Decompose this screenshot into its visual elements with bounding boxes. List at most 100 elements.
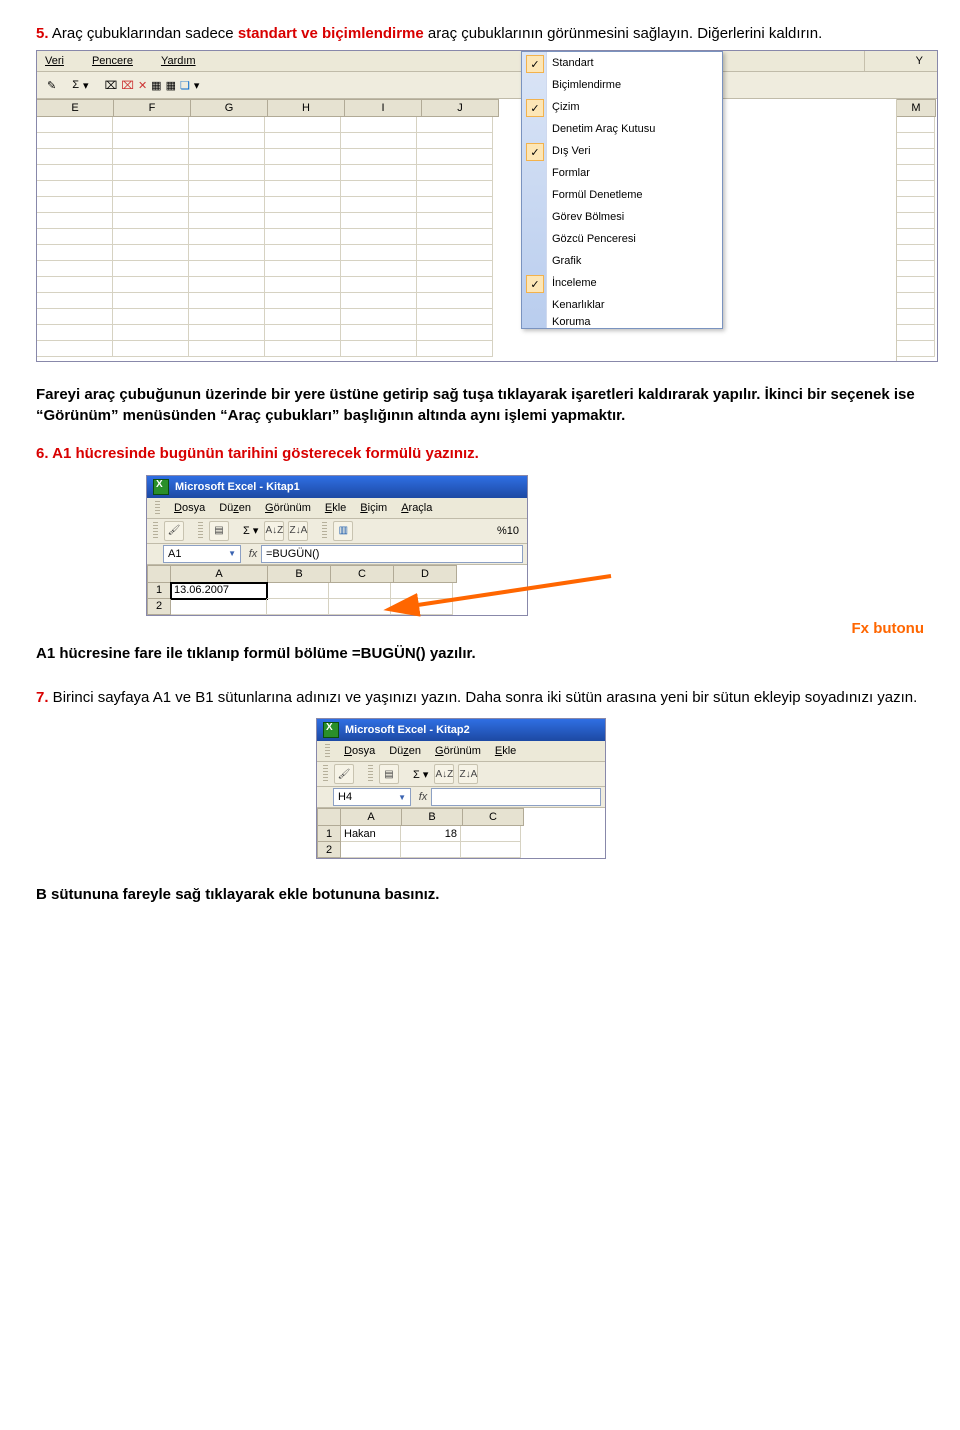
ctx-item-denetim[interactable]: Denetim Araç Kutusu: [522, 118, 722, 140]
menu-item[interactable]: Düzen: [219, 502, 251, 514]
menu-item[interactable]: Dosya: [344, 745, 375, 757]
name-box[interactable]: A1▼: [163, 545, 241, 563]
cell[interactable]: [461, 842, 521, 858]
col-header[interactable]: B: [268, 565, 331, 583]
toolbar-button[interactable]: ✎: [47, 79, 56, 92]
screenshot-insert-column: Microsoft Excel - Kitap2 Dosya Düzen Gör…: [316, 718, 606, 859]
ctx-item-formuldenetleme[interactable]: Formül Denetleme: [522, 184, 722, 206]
menu-item[interactable]: Araçla: [401, 502, 432, 514]
menu-item[interactable]: DDosyaosya: [174, 502, 205, 514]
chart-icon[interactable]: ▥: [333, 521, 353, 541]
col-header[interactable]: C: [463, 808, 524, 826]
ctx-item-standart[interactable]: ✓Standart: [522, 52, 722, 74]
cell[interactable]: [391, 599, 453, 615]
menu-item[interactable]: Yardım: [161, 55, 196, 67]
cell[interactable]: [329, 599, 391, 615]
q7-num: 7.: [36, 689, 49, 706]
sort-desc-icon[interactable]: Z↓A: [458, 764, 478, 784]
cell-a1[interactable]: Hakan: [341, 826, 401, 842]
ctx-item-kenarliklar[interactable]: Kenarlıklar: [522, 294, 722, 316]
toolbar-button[interactable]: ▾: [83, 79, 89, 92]
col-header[interactable]: G: [191, 99, 268, 117]
menu-item[interactable]: Görünüm: [435, 745, 481, 757]
toolbar-button[interactable]: ▦: [166, 79, 176, 92]
sort-icon[interactable]: ▤: [209, 521, 229, 541]
cell[interactable]: [461, 826, 521, 842]
chevron-down-icon[interactable]: ▼: [228, 549, 236, 558]
chevron-down-icon[interactable]: ▼: [398, 793, 406, 802]
row-header[interactable]: 2: [147, 599, 171, 615]
q5-explanation: Fareyi araç çubuğunun üzerinde bir yere …: [36, 384, 924, 426]
select-all-corner[interactable]: [317, 808, 341, 826]
toolbar-button[interactable]: ▾: [194, 79, 200, 92]
brush-icon[interactable]: 🖌: [164, 521, 184, 541]
brush-icon[interactable]: 🖌: [334, 764, 354, 784]
right-col-area: M: [896, 99, 937, 361]
row-header[interactable]: 1: [147, 583, 171, 599]
col-header[interactable]: B: [402, 808, 463, 826]
toolbar-button[interactable]: ❏: [180, 79, 190, 92]
ctx-item-disveri[interactable]: ✓Dış Veri: [522, 140, 722, 162]
col-header[interactable]: F: [114, 99, 191, 117]
ctx-item-grafik[interactable]: Grafik: [522, 250, 722, 272]
cell[interactable]: [401, 842, 461, 858]
ctx-item-gorevbolmesi[interactable]: Görev Bölmesi: [522, 206, 722, 228]
toolbar-button[interactable]: ✕: [138, 79, 147, 92]
ctx-item-inceleme[interactable]: ✓İnceleme: [522, 272, 722, 294]
menu-item[interactable]: Biçim: [360, 502, 387, 514]
col-header[interactable]: E: [37, 99, 114, 117]
toolbar-button[interactable]: Σ: [72, 79, 79, 91]
row-header[interactable]: 2: [317, 842, 341, 858]
zoom-value[interactable]: %10: [495, 525, 521, 537]
cell[interactable]: [171, 599, 267, 615]
menu-item[interactable]: Görünüm: [265, 502, 311, 514]
menu-item[interactable]: Ekle: [325, 502, 346, 514]
col-header[interactable]: A: [341, 808, 402, 826]
toolbar-button[interactable]: ▦: [151, 79, 161, 92]
sort-desc-icon[interactable]: Z↓A: [288, 521, 308, 541]
name-box[interactable]: H4▼: [333, 788, 411, 806]
col-header[interactable]: H: [268, 99, 345, 117]
cell-a1[interactable]: 13.06.2007: [171, 583, 267, 599]
cell[interactable]: [341, 842, 401, 858]
check-icon: ✓: [526, 275, 544, 293]
select-all-corner[interactable]: [147, 565, 171, 583]
row-header[interactable]: 1: [317, 826, 341, 842]
cell[interactable]: [267, 599, 329, 615]
sigma-icon[interactable]: Σ ▾: [411, 768, 430, 781]
col-header[interactable]: I: [345, 99, 422, 117]
titlebar: Microsoft Excel - Kitap1: [147, 476, 527, 498]
col-header[interactable]: C: [331, 565, 394, 583]
ctx-item-bicimlendirme[interactable]: Biçimlendirme: [522, 74, 722, 96]
q5-text: 5. Araç çubuklarından sadece standart ve…: [36, 24, 924, 44]
check-icon: ✓: [526, 143, 544, 161]
menu-item[interactable]: Veri: [45, 55, 64, 67]
toolbar-button[interactable]: ⌧: [121, 79, 134, 92]
menu-item[interactable]: Düzen: [389, 745, 421, 757]
ctx-item-gozcu[interactable]: Gözcü Penceresi: [522, 228, 722, 250]
cell-b1[interactable]: 18: [401, 826, 461, 842]
formula-input[interactable]: =BUGÜN(): [261, 545, 523, 563]
ctx-item-cizim[interactable]: ✓Çizim: [522, 96, 722, 118]
col-header[interactable]: D: [394, 565, 457, 583]
formula-input[interactable]: [431, 788, 601, 806]
toolbar-button[interactable]: ⌧: [105, 79, 118, 92]
ctx-item-koruma[interactable]: Koruma: [522, 316, 722, 328]
menu-item[interactable]: Ekle: [495, 745, 516, 757]
sigma-icon[interactable]: Σ ▾: [241, 524, 260, 537]
col-header[interactable]: J: [422, 99, 499, 117]
fx-button[interactable]: fx: [415, 791, 431, 803]
window-title: Microsoft Excel - Kitap2: [345, 724, 470, 736]
col-header[interactable]: M: [897, 99, 936, 117]
cell[interactable]: [267, 583, 329, 599]
ctx-item-formlar[interactable]: Formlar: [522, 162, 722, 184]
cell[interactable]: [391, 583, 453, 599]
sort-asc-icon[interactable]: A↓Z: [264, 521, 284, 541]
sort-asc-icon[interactable]: A↓Z: [434, 764, 454, 784]
menu-item[interactable]: Pencere: [92, 55, 133, 67]
cell[interactable]: [329, 583, 391, 599]
fx-button[interactable]: fx: [245, 548, 261, 560]
menu-item[interactable]: Y: [893, 55, 929, 67]
sort-icon[interactable]: ▤: [379, 764, 399, 784]
col-header[interactable]: A: [171, 565, 268, 583]
